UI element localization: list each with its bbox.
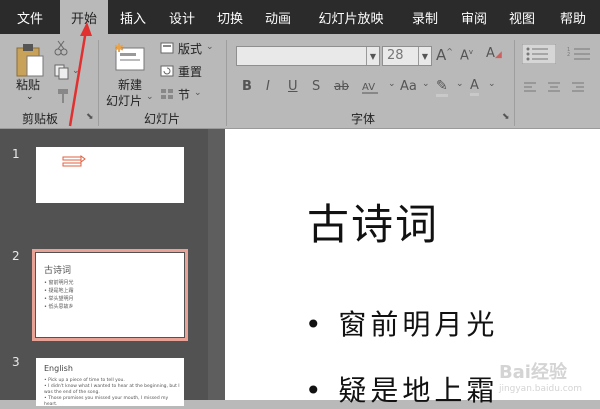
- annotation-arrow-icon: [68, 22, 92, 127]
